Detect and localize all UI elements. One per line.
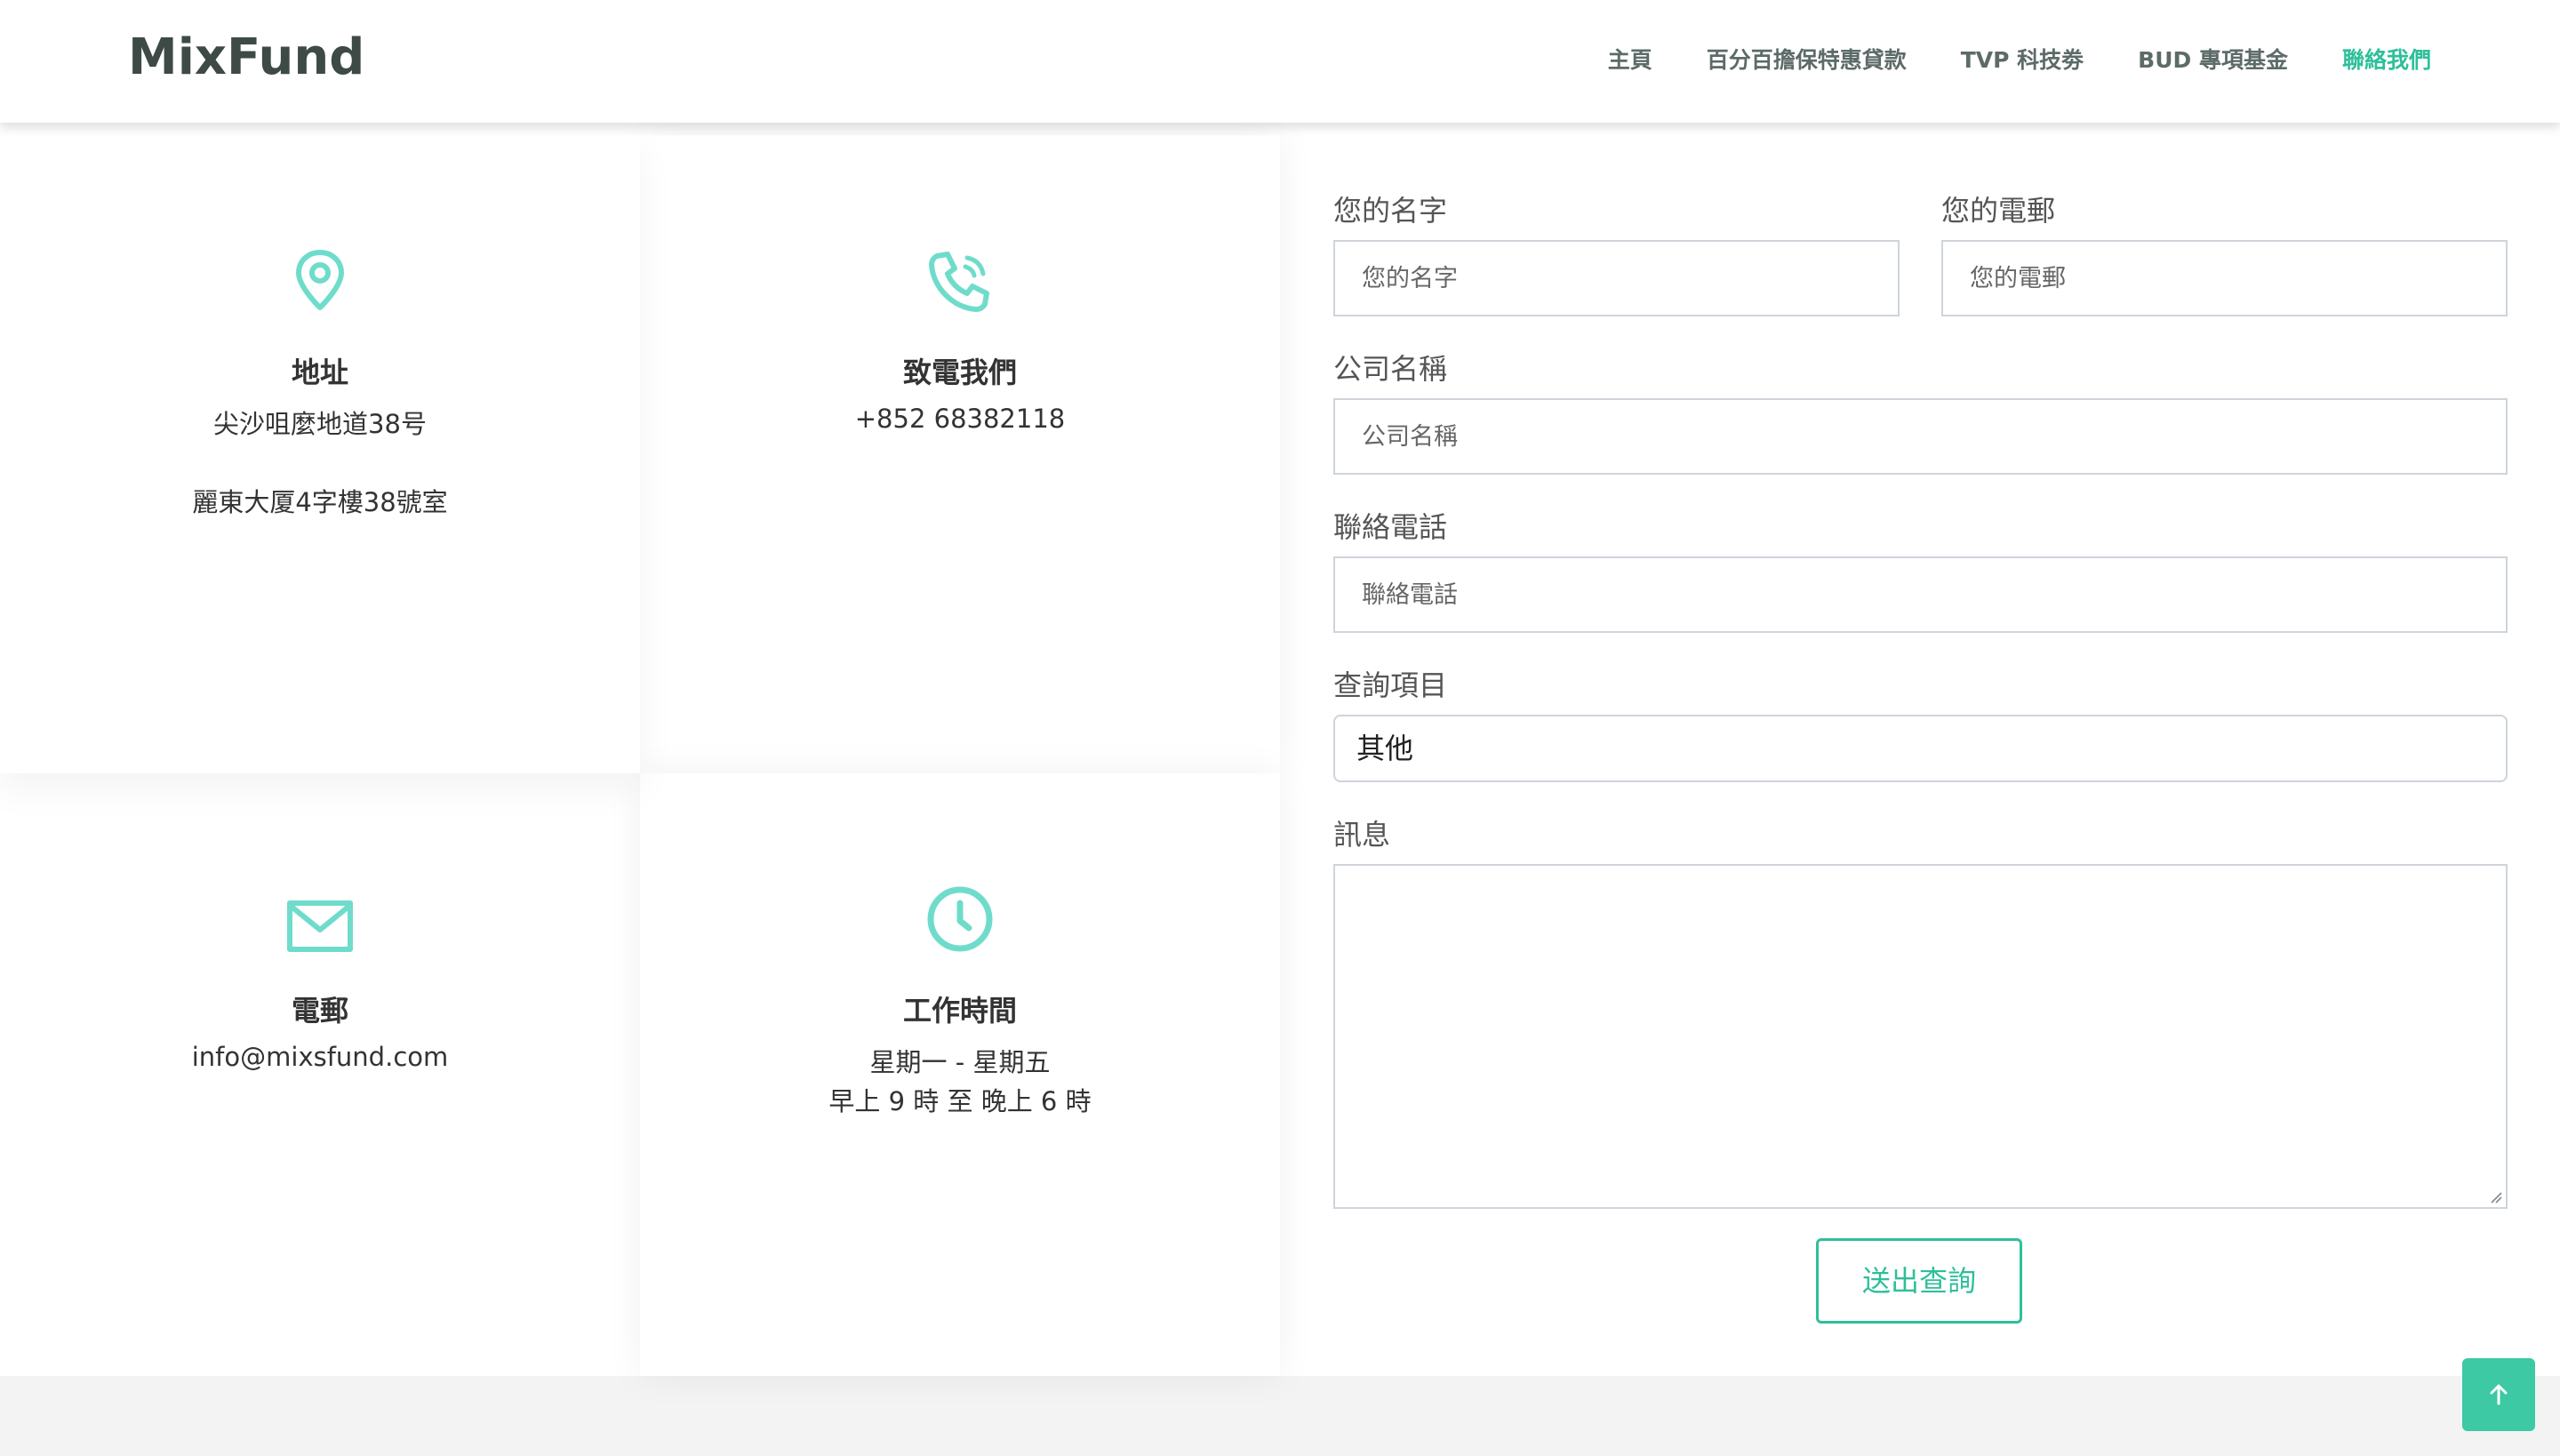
- address-title: 地址: [291, 356, 348, 389]
- email-input[interactable]: [1941, 240, 2508, 316]
- map-pin-icon: [296, 250, 344, 310]
- nav-item-home[interactable]: 主頁: [1608, 43, 1652, 78]
- hours-title: 工作時間: [902, 994, 1017, 1028]
- site-logo[interactable]: MixFund: [128, 28, 364, 86]
- site-header: MixFund 主頁 百分百擔保特惠貸款 TVP 科技劵 BUD 專項基金 聯絡…: [0, 0, 2560, 123]
- phone-title: 致電我們: [902, 356, 1017, 389]
- email-card: 電郵 info@mixsfund.com: [0, 773, 640, 1376]
- hours-card: 工作時間 星期一 - 星期五 早上 9 時 至 晚上 6 時: [640, 773, 1280, 1376]
- phone-card: 致電我們 +852 68382118: [640, 135, 1280, 773]
- footer-strip: [0, 1376, 2560, 1456]
- back-to-top-button[interactable]: [2462, 1358, 2535, 1431]
- email-address[interactable]: info@mixsfund.com: [0, 1042, 640, 1072]
- name-input[interactable]: [1333, 240, 1900, 316]
- nav-item-guarantee-loan[interactable]: 百分百擔保特惠貸款: [1707, 43, 1907, 78]
- nav-item-tvp[interactable]: TVP 科技劵: [1961, 43, 2084, 78]
- arrow-up-icon: [2490, 1384, 2508, 1405]
- submit-button[interactable]: 送出查詢: [1816, 1238, 2022, 1324]
- email-title: 電郵: [291, 994, 348, 1028]
- message-label: 訊息: [1333, 818, 1391, 852]
- resize-handle-icon[interactable]: [2490, 1191, 2502, 1204]
- company-label: 公司名稱: [1333, 352, 1448, 386]
- message-textarea[interactable]: [1333, 864, 2508, 1209]
- address-card: 地址 尖沙咀麼地道38号 麗東大厦4字樓38號室: [0, 135, 640, 773]
- hours-days: 星期一 - 星期五: [869, 1047, 1051, 1077]
- hours-time: 早上 9 時 至 晚上 6 時: [828, 1086, 1092, 1116]
- topic-label: 查詢項目: [1333, 668, 1448, 702]
- nav-item-bud[interactable]: BUD 專項基金: [2138, 43, 2288, 78]
- phone-input[interactable]: [1333, 556, 2508, 633]
- topic-select[interactable]: 其他: [1333, 715, 2508, 782]
- name-label: 您的名字: [1333, 194, 1448, 228]
- company-input[interactable]: [1333, 398, 2508, 475]
- phone-number[interactable]: +852 68382118: [640, 404, 1280, 434]
- phone-icon: [929, 252, 989, 312]
- address-line-1: 尖沙咀麼地道38号: [213, 409, 427, 439]
- address-line-2: 麗東大厦4字樓38號室: [192, 487, 448, 517]
- email-label: 您的電郵: [1941, 194, 2056, 228]
- main-nav: 主頁 百分百擔保特惠貸款 TVP 科技劵 BUD 專項基金 聯絡我們: [1554, 43, 2431, 78]
- clock-icon: [927, 886, 993, 952]
- mail-icon: [287, 900, 353, 952]
- nav-item-contact[interactable]: 聯絡我們: [2342, 43, 2431, 78]
- phone-label: 聯絡電話: [1333, 510, 1448, 544]
